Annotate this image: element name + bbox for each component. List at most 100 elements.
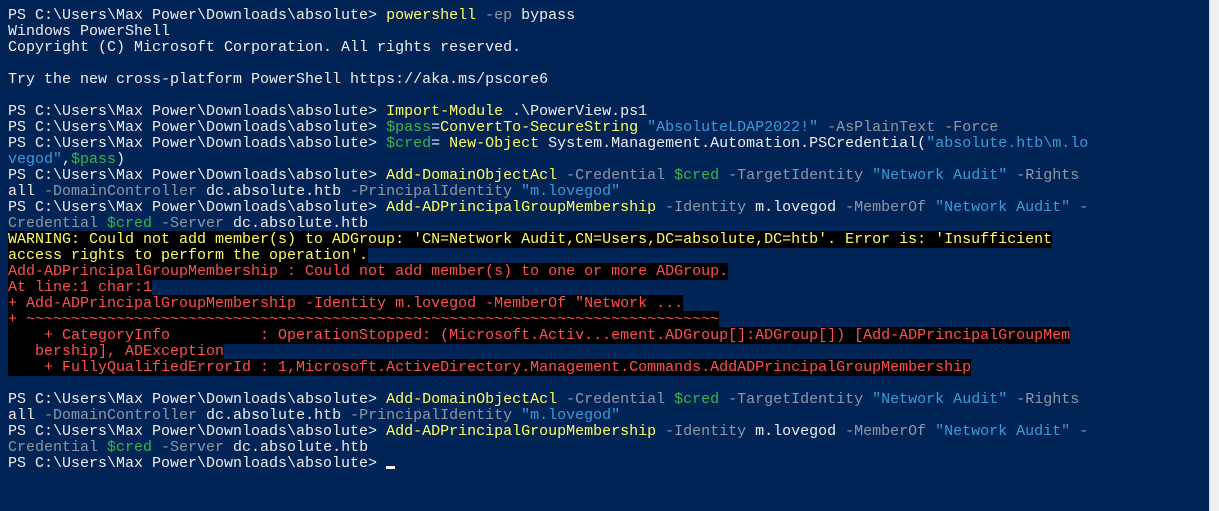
token-variable: $pass <box>386 119 432 136</box>
terminal-line-text: PS C:\Users\Max Power\Downloads\absolute… <box>8 7 575 24</box>
token-warning: access rights to perform the operation'. <box>8 247 369 264</box>
token-default: m.lovegod <box>746 423 837 440</box>
terminal-line-warning: WARNING: Could not add member(s) to ADGr… <box>8 231 1088 248</box>
terminal-line-command-wrap: vegod",$pass) <box>8 152 1088 168</box>
terminal-line-text: PS C:\Users\Max Power\Downloads\absolute… <box>8 103 647 120</box>
token-variable: $pass <box>71 151 117 168</box>
token-param: - <box>1070 423 1089 440</box>
token-param: Credential <box>8 215 99 232</box>
token-variable: $cred <box>98 439 153 456</box>
token-string: "Network Audit" <box>863 391 1008 408</box>
token-param: -Server <box>152 215 225 232</box>
terminal-line-error: bership], ADException <box>8 343 1088 360</box>
token-param: -DomainController <box>35 183 198 200</box>
token-default: dc.absolute.htb <box>224 439 369 456</box>
token-param: -TargetIdentity <box>719 391 864 408</box>
token-default: all <box>8 183 36 200</box>
token-param: -PrincipalIdentity <box>341 407 513 424</box>
token-command: Add-DomainObjectAcl <box>386 167 558 184</box>
token-param: -TargetIdentity <box>719 167 864 184</box>
terminal-line-command: PS C:\Users\Max Power\Downloads\absolute… <box>8 200 1088 216</box>
token-param: Credential <box>8 439 99 456</box>
vertical-scrollbar[interactable] <box>1209 0 1219 511</box>
powershell-console[interactable]: PS C:\Users\Max Power\Downloads\absolute… <box>0 0 1209 511</box>
token-param: -AsPlainText <box>818 119 936 136</box>
terminal-line-command-wrap: Credential $cred -Server dc.absolute.htb <box>8 216 1088 232</box>
token-string: "m.lovegod" <box>512 407 621 424</box>
token-default: .\PowerView.ps1 <box>503 103 648 120</box>
terminal-line-text: all -DomainController dc.absolute.htb -P… <box>8 183 620 200</box>
terminal-line-text: Credential $cred -Server dc.absolute.htb <box>8 439 368 456</box>
terminal-line-error: Add-ADPrincipalGroupMembership : Could n… <box>8 263 1088 280</box>
terminal-line-text: PS C:\Users\Max Power\Downloads\absolute… <box>8 199 1088 216</box>
token-default: Copyright (C) Microsoft Corporation. All… <box>8 39 522 56</box>
terminal-line-output: Try the new cross-platform PowerShell ht… <box>8 72 1088 88</box>
token-error: At line:1 char:1 <box>8 279 153 296</box>
terminal-line-warning: access rights to perform the operation'. <box>8 247 1088 264</box>
terminal-line-text: Add-ADPrincipalGroupMembership : Could n… <box>8 263 729 280</box>
terminal-line-text: PS C:\Users\Max Power\Downloads\absolute… <box>8 135 1088 152</box>
token-default: dc.absolute.htb <box>224 215 369 232</box>
token-default: dc.absolute.htb <box>197 407 342 424</box>
terminal-line-text: + FullyQualifiedErrorId : 1,Microsoft.Ac… <box>8 359 972 376</box>
token-param: -Server <box>152 439 225 456</box>
token-error: + Add-ADPrincipalGroupMembership -Identi… <box>8 295 684 312</box>
token-param: -MemberOf <box>836 423 927 440</box>
terminal-line-text: PS C:\Users\Max Power\Downloads\absolute… <box>8 167 1079 184</box>
token-default: all <box>8 407 36 424</box>
terminal-line-text: PS C:\Users\Max Power\Downloads\absolute… <box>8 391 1079 408</box>
terminal-line-command: PS C:\Users\Max Power\Downloads\absolute… <box>8 104 1088 120</box>
token-default: , <box>62 151 72 168</box>
terminal-line-error: + Add-ADPrincipalGroupMembership -Identi… <box>8 295 1088 312</box>
terminal-line-command: PS C:\Users\Max Power\Downloads\absolute… <box>8 392 1088 408</box>
terminal-line-command-wrap: all -DomainController dc.absolute.htb -P… <box>8 184 1088 200</box>
terminal-line-prompt: PS C:\Users\Max Power\Downloads\absolute… <box>8 456 1088 472</box>
token-string: "absolute.htb\m.lo <box>926 135 1089 152</box>
token-command: Add-ADPrincipalGroupMembership <box>386 423 657 440</box>
terminal-line-text: access rights to perform the operation'. <box>8 247 369 264</box>
token-default: PS C:\Users\Max Power\Downloads\absolute… <box>8 199 387 216</box>
token-param: -Credential <box>557 167 666 184</box>
token-command: powershell <box>386 7 477 24</box>
terminal-line-text: PS C:\Users\Max Power\Downloads\absolute… <box>8 119 998 136</box>
token-default: ) <box>116 151 126 168</box>
token-param: -DomainController <box>35 407 198 424</box>
token-command: Import-Module <box>386 103 504 120</box>
terminal-line-text: bership], ADException <box>8 343 225 360</box>
token-default: PS C:\Users\Max Power\Downloads\absolute… <box>8 423 387 440</box>
token-param: -PrincipalIdentity <box>341 183 513 200</box>
token-default: PS C:\Users\Max Power\Downloads\absolute… <box>8 135 387 152</box>
terminal-line-text: + ~~~~~~~~~~~~~~~~~~~~~~~~~~~~~~~~~~~~~~… <box>8 311 720 328</box>
token-error: bership], ADException <box>8 343 225 360</box>
token-default: bypass <box>512 7 576 24</box>
terminal-line-text: WARNING: Could not add member(s) to ADGr… <box>8 231 1053 248</box>
terminal-line-error: + CategoryInfo : OperationStopped: (Micr… <box>8 327 1088 344</box>
token-string: "AbsoluteLDAP2022!" <box>638 119 819 136</box>
token-string: "m.lovegod" <box>512 183 621 200</box>
token-variable: $cred <box>665 391 720 408</box>
terminal-line-command: PS C:\Users\Max Power\Downloads\absolute… <box>8 120 1088 136</box>
token-command: ConvertTo-SecureString <box>440 119 639 136</box>
token-default: PS C:\Users\Max Power\Downloads\absolute… <box>8 455 387 472</box>
token-default: Try the new cross-platform PowerShell ht… <box>8 71 549 88</box>
terminal-line-command: PS C:\Users\Max Power\Downloads\absolute… <box>8 424 1088 440</box>
terminal-line-text: PS C:\Users\Max Power\Downloads\absolute… <box>8 455 386 472</box>
terminal-line-command: PS C:\Users\Max Power\Downloads\absolute… <box>8 8 1088 24</box>
terminal-line-text: Try the new cross-platform PowerShell ht… <box>8 71 548 88</box>
token-default: = <box>431 119 441 136</box>
terminal-line-text: + CategoryInfo : OperationStopped: (Micr… <box>8 327 1071 344</box>
text-cursor <box>386 466 396 469</box>
token-param: -Rights <box>1007 167 1080 184</box>
terminal-line-command-wrap: Credential $cred -Server dc.absolute.htb <box>8 440 1088 456</box>
token-param: -MemberOf <box>836 199 927 216</box>
token-string: "Network Audit" <box>926 423 1071 440</box>
token-param: -Credential <box>557 391 666 408</box>
token-default: PS C:\Users\Max Power\Downloads\absolute… <box>8 167 387 184</box>
token-error: Add-ADPrincipalGroupMembership : Could n… <box>8 263 729 280</box>
terminal-line-text: + Add-ADPrincipalGroupMembership -Identi… <box>8 295 684 312</box>
token-default: PS C:\Users\Max Power\Downloads\absolute… <box>8 119 387 136</box>
token-string: vegod" <box>8 151 63 168</box>
token-param: - <box>1070 199 1089 216</box>
